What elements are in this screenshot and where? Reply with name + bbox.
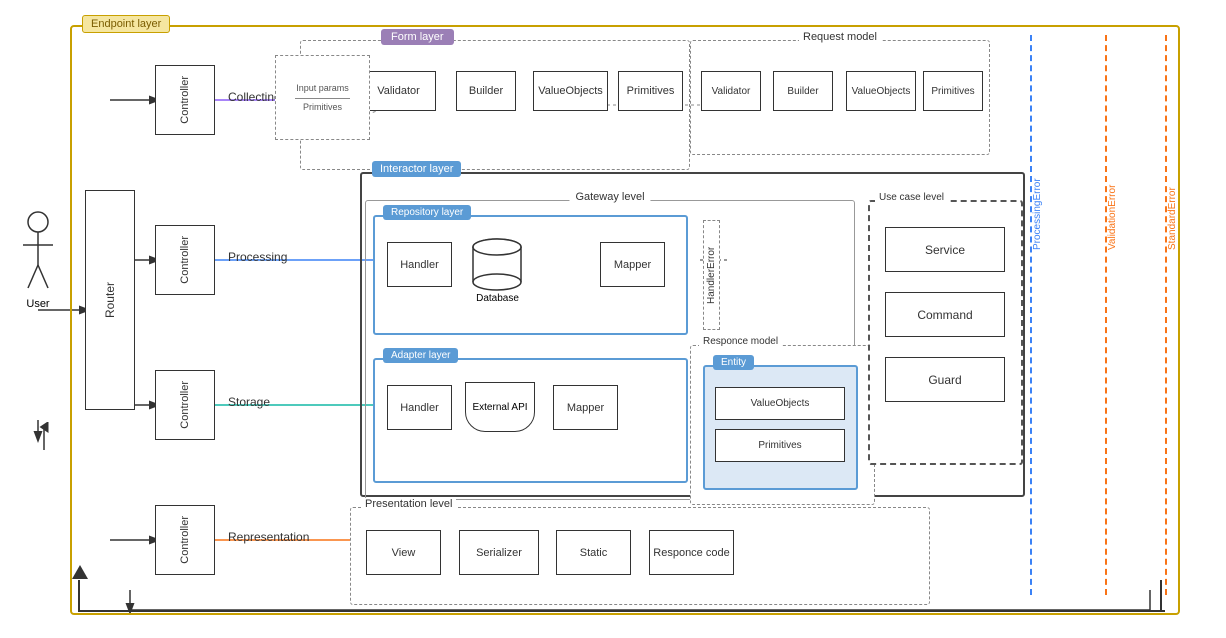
presentation-level: Presentation level View Serializer Stati…: [350, 507, 930, 605]
controller-4-label: Controller: [179, 516, 191, 564]
router-box: Router: [85, 190, 135, 410]
form-layer-label: Form layer: [381, 29, 454, 45]
primitives-funnel-label: Primitives: [303, 102, 342, 112]
primitives-entity-box: Primitives: [715, 429, 845, 462]
controller-2: Controller: [155, 225, 215, 295]
user-figure: User: [18, 210, 58, 310]
responce-code-box: Responce code: [649, 530, 734, 575]
mapper-adapter-box: Mapper: [553, 385, 618, 430]
builder-box: Builder: [456, 71, 516, 111]
input-params-label: Input params: [296, 83, 349, 95]
gateway-level-label: Gateway level: [569, 191, 650, 203]
action-collecting: Collecting: [228, 90, 281, 104]
presentation-label: Presentation level: [361, 498, 456, 510]
controller-1: Controller: [155, 65, 215, 135]
adapter-layer-label: Adapter layer: [383, 348, 458, 363]
feedback-line-bottom: [80, 610, 1165, 612]
repo-layer-label: Repository layer: [383, 205, 471, 220]
database-box: Database: [470, 237, 525, 292]
command-box: Command: [885, 292, 1005, 337]
primitives-form-box: Primitives: [618, 71, 683, 111]
validation-error-label: ValidationError: [1107, 50, 1118, 250]
feedback-arrow: [72, 565, 88, 585]
response-model-label: Responce model: [699, 336, 782, 347]
router-label: Router: [103, 282, 117, 318]
controller-3-label: Controller: [179, 381, 191, 429]
use-case-label: Use case level: [875, 192, 948, 203]
controller-2-label: Controller: [179, 236, 191, 284]
serializer-box: Serializer: [459, 530, 539, 575]
user-up-arrow: [34, 422, 54, 452]
action-storage: Storage: [228, 395, 270, 409]
input-funnel-area: Input params Primitives: [275, 55, 370, 140]
processing-error-label: ProcessingError: [1032, 50, 1043, 250]
action-processing: Processing: [228, 250, 287, 264]
controller-4: Controller: [155, 505, 215, 575]
action-representation: Representation: [228, 530, 309, 544]
handler-adapter-box: Handler: [387, 385, 452, 430]
controller-1-label: Controller: [179, 76, 191, 124]
endpoint-layer-label: Endpoint layer: [82, 15, 170, 33]
entity-label2: Entity: [713, 355, 754, 370]
external-api-box: External API: [465, 382, 535, 432]
builder-req-box: Builder: [773, 71, 833, 111]
valueobjects-entity-box: ValueObjects: [715, 387, 845, 420]
repo-layer: Repository layer Handler Database Mapper: [373, 215, 688, 335]
view-box: View: [366, 530, 441, 575]
adapter-layer: Adapter layer Handler External API Mappe…: [373, 358, 688, 483]
validator-box: Validator: [361, 71, 436, 111]
controller-3: Controller: [155, 370, 215, 440]
standard-error-label: StandardError: [1167, 50, 1178, 250]
valueobjects-req-box: ValueObjects: [846, 71, 916, 111]
validator-req-box: Validator: [701, 71, 761, 111]
static-box: Static: [556, 530, 631, 575]
diagram-container: Endpoint layer User Router Controller Co…: [10, 10, 1210, 625]
primitives-req-box: Primitives: [923, 71, 983, 111]
service-box: Service: [885, 227, 1005, 272]
request-model-label: Request model: [799, 31, 881, 43]
mapper-repo-box: Mapper: [600, 242, 665, 287]
entity-box: View Entity ValueObjects Primitives: [703, 365, 858, 490]
interactor-layer-label: Interactor layer: [372, 161, 461, 177]
guard-box: Guard: [885, 357, 1005, 402]
use-case-level: Use case level Service Command Guard: [868, 200, 1023, 465]
database-label: Database: [470, 293, 525, 304]
valueobjects-form-box: ValueObjects: [533, 71, 608, 111]
handler-error-box: HandlerError: [703, 220, 720, 330]
request-model-container: Request model Validator Builder ValueObj…: [690, 40, 990, 155]
feedback-line-right: [1160, 580, 1162, 612]
handler-repo-box: Handler: [387, 242, 452, 287]
